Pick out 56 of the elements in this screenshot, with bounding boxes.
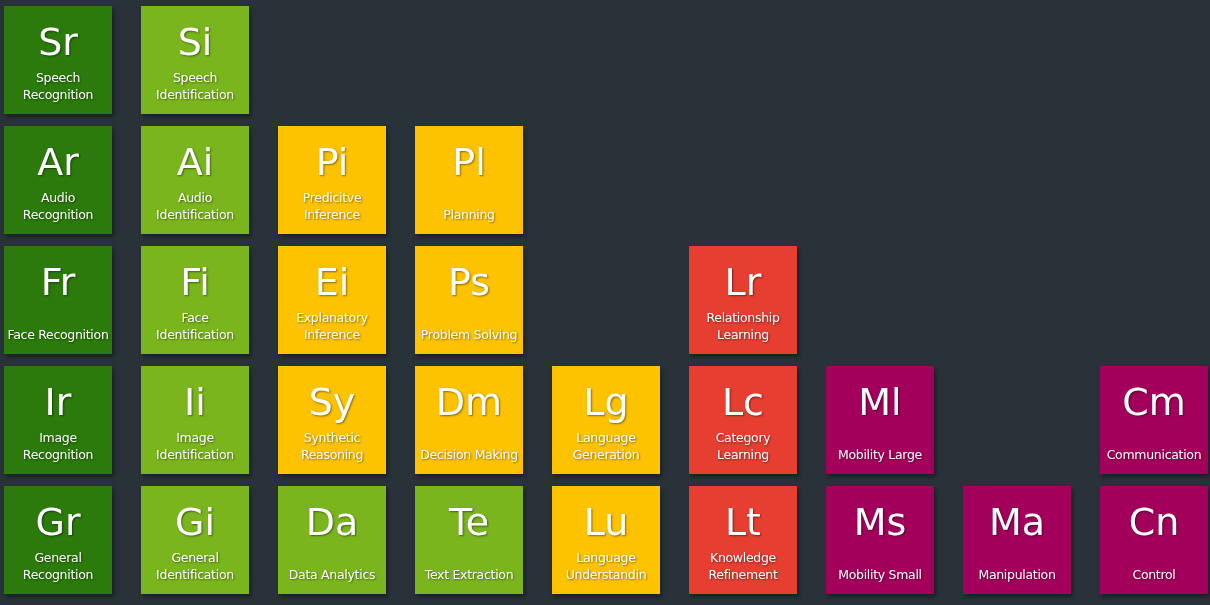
element-name: Face Identification — [155, 309, 235, 343]
element-name: Relationship Learning — [705, 309, 781, 343]
element-name: Planning — [442, 206, 496, 223]
element-name: Predicitve Inference — [301, 189, 363, 223]
element-symbol: Gi — [175, 502, 215, 542]
element-symbol: Sr — [38, 22, 78, 62]
element-symbol: Fr — [40, 262, 76, 302]
element-symbol: Ml — [858, 382, 902, 422]
element-symbol: Lr — [724, 262, 762, 302]
element-symbol: Pi — [315, 142, 349, 182]
element-symbol: Lt — [724, 502, 762, 542]
element-name: Data Analytics — [287, 566, 377, 583]
element-symbol: Lg — [583, 382, 629, 422]
element-symbol: Da — [305, 502, 359, 542]
element-name: Communication — [1105, 446, 1203, 463]
element-name: Language Understandin — [564, 549, 648, 583]
element-name: Image Identification — [155, 429, 235, 463]
element-symbol: Ii — [184, 382, 206, 422]
element-name: Decision Making — [419, 446, 519, 463]
element-symbol: Cn — [1128, 502, 1180, 542]
element-name: Mobility Small — [837, 566, 923, 583]
element-symbol: Ms — [853, 502, 907, 542]
element-symbol: Ai — [176, 142, 214, 182]
element-symbol: Pl — [452, 142, 486, 182]
element-symbol: Lc — [721, 382, 765, 422]
element-name: Text Extraction — [423, 566, 515, 583]
element-symbol: Te — [448, 502, 490, 542]
element-symbol: Fi — [180, 262, 210, 302]
element-name: Mobility Large — [837, 446, 923, 463]
element-symbol: Lu — [583, 502, 629, 542]
element-name: Problem Solving — [419, 326, 519, 343]
element-name: Audio Recognition — [21, 189, 95, 223]
element-name: Audio Identification — [155, 189, 235, 223]
element-symbol: Ma — [988, 502, 1046, 542]
element-name: Explanatory Inference — [295, 309, 369, 343]
element-name: General Identification — [155, 549, 235, 583]
element-name: Face Recognition — [6, 326, 110, 343]
element-symbol: Si — [177, 22, 213, 62]
element-symbol: Sy — [308, 382, 356, 422]
element-name: Synthetic Reasoning — [299, 429, 365, 463]
element-symbol: Gr — [35, 502, 81, 542]
element-name: Speech Identification — [155, 69, 235, 103]
element-name: Manipulation — [977, 566, 1057, 583]
element-name: Speech Recognition — [21, 69, 95, 103]
element-symbol: Ar — [37, 142, 79, 182]
element-name: Category Learning — [714, 429, 772, 463]
element-symbol: Ps — [447, 262, 490, 302]
element-name: General Recognition — [21, 549, 95, 583]
element-symbol: Dm — [435, 382, 503, 422]
element-name: Control — [1131, 566, 1177, 583]
element-name: Language Generation — [571, 429, 641, 463]
element-name: Knowledge Refinement — [707, 549, 779, 583]
element-symbol: Ir — [44, 382, 72, 422]
element-symbol: Cm — [1122, 382, 1186, 422]
element-symbol: Ei — [314, 262, 350, 302]
element-name: Image Recognition — [21, 429, 95, 463]
